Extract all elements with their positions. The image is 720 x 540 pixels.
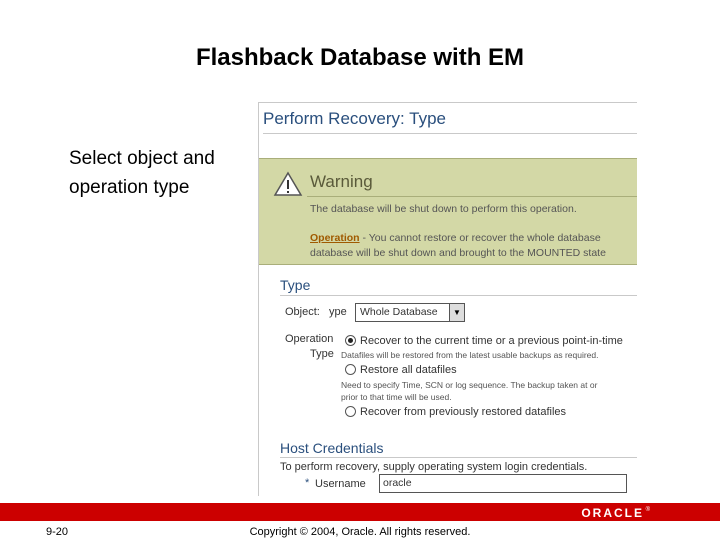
type-section-title: Type bbox=[280, 277, 311, 293]
dropdown-arrow-icon[interactable]: ▼ bbox=[449, 304, 464, 321]
option-restore-hint-2: prior to that time will be used. bbox=[341, 392, 452, 402]
radio-recover-restored-datafiles[interactable] bbox=[345, 406, 356, 417]
option-recover-restored-label[interactable]: Recover from previously restored datafil… bbox=[360, 406, 566, 418]
perform-recovery-screenshot: Perform Recovery: Type Warning The datab… bbox=[258, 102, 637, 496]
required-asterisk: * bbox=[305, 477, 310, 489]
callout-line-2: operation type bbox=[69, 177, 190, 198]
warning-divider bbox=[307, 196, 637, 197]
warning-operation-text: Operation - You cannot restore or recove… bbox=[310, 231, 606, 261]
title-divider bbox=[263, 133, 637, 134]
option-restore-label[interactable]: Restore all datafiles bbox=[360, 364, 457, 376]
warning-triangle-icon bbox=[273, 171, 303, 196]
option-restore-hint-1: Need to specify Time, SCN or log sequenc… bbox=[341, 380, 598, 390]
slide-title: Flashback Database with EM bbox=[195, 44, 525, 71]
username-input-value: oracle bbox=[383, 477, 412, 489]
credentials-section-title: Host Credentials bbox=[280, 440, 384, 456]
footer-bar: ORACLE ® bbox=[0, 503, 720, 521]
operation-type-label-2: Type bbox=[310, 348, 334, 360]
radio-restore-all-datafiles[interactable] bbox=[345, 364, 356, 375]
callout-text: Select object and operation type bbox=[69, 144, 215, 202]
object-select-value: Whole Database bbox=[360, 306, 438, 318]
copyright-notice: Copyright © 2004, Oracle. All rights res… bbox=[249, 526, 471, 538]
option-recover-label[interactable]: Recover to the current time or a previou… bbox=[360, 335, 623, 347]
type-section-divider bbox=[280, 295, 637, 296]
object-select[interactable]: Whole Database ▼ bbox=[355, 303, 465, 322]
object-label: Object: bbox=[285, 306, 320, 318]
registered-mark: ® bbox=[645, 507, 650, 513]
username-label: Username bbox=[315, 478, 366, 490]
operation-warning-text-2: database will be shut down and brought t… bbox=[310, 247, 606, 259]
option-recover-hint: Datafiles will be restored from the late… bbox=[341, 350, 599, 360]
object-select-label: ype bbox=[329, 306, 347, 318]
oracle-logo: ORACLE bbox=[581, 506, 644, 520]
warning-box: Warning The database will be shut down t… bbox=[259, 158, 637, 265]
credentials-section-divider bbox=[280, 457, 637, 458]
operation-link[interactable]: Operation bbox=[310, 232, 360, 244]
username-input[interactable]: oracle bbox=[379, 474, 627, 493]
warning-message: The database will be shut down to perfor… bbox=[310, 203, 577, 215]
callout-line-1: Select object and bbox=[69, 148, 215, 169]
warning-title: Warning bbox=[310, 172, 373, 191]
operation-type-label-1: Operation bbox=[285, 333, 334, 345]
credentials-instruction: To perform recovery, supply operating sy… bbox=[280, 461, 588, 473]
page-title: Perform Recovery: Type bbox=[263, 109, 446, 128]
radio-recover-point-in-time[interactable] bbox=[345, 335, 356, 346]
operation-warning-text: - You cannot restore or recover the whol… bbox=[359, 232, 601, 244]
